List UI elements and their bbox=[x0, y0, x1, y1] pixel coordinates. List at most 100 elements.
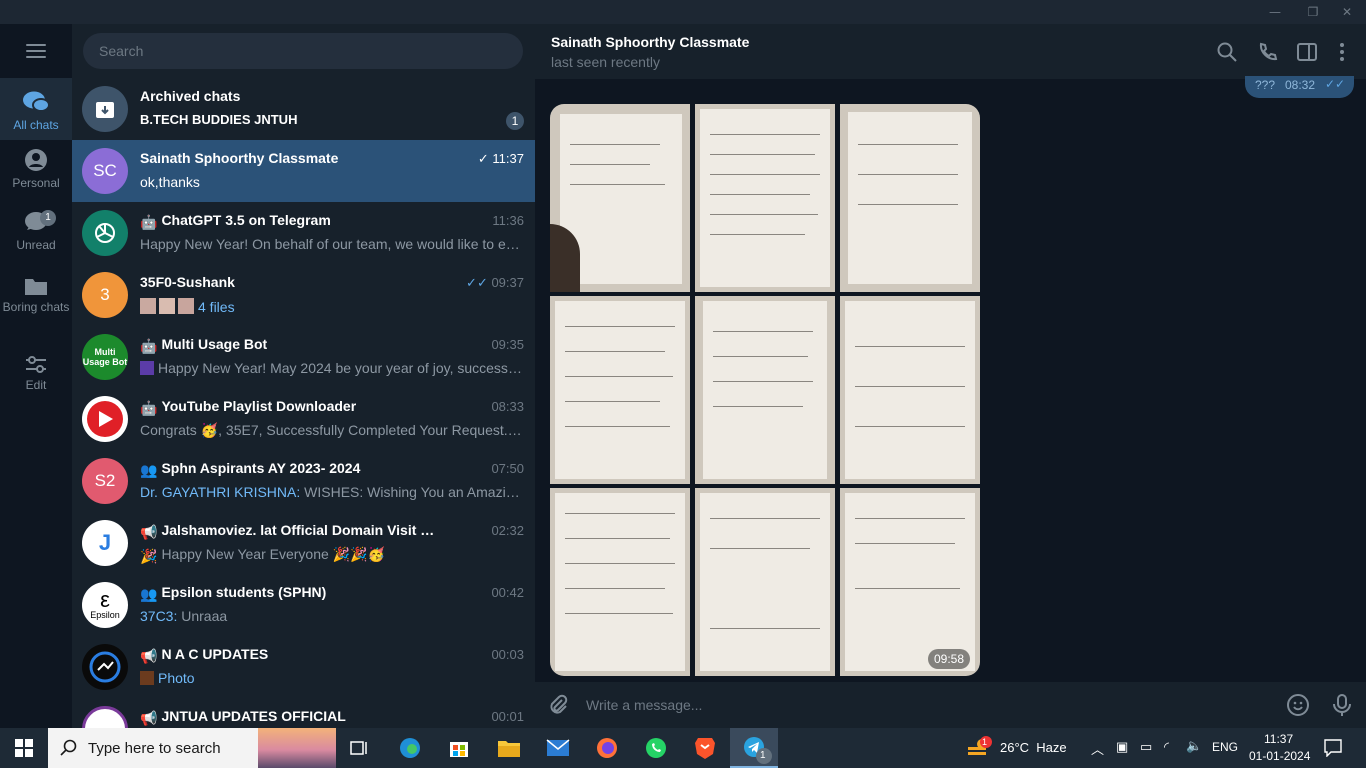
notifications-icon[interactable] bbox=[1324, 739, 1342, 757]
thumbnail bbox=[140, 361, 154, 375]
chat-row-youtube-downloader[interactable]: 🤖 YouTube Playlist Downloader 08:33 Congr… bbox=[72, 388, 535, 450]
avatar: SC bbox=[82, 148, 128, 194]
weather-badge: 1 bbox=[980, 736, 992, 748]
whatsapp-icon[interactable] bbox=[632, 728, 680, 768]
chat-row-archived[interactable]: Archived chats B.TECH BUDDIES JNTUH 1 bbox=[72, 78, 535, 140]
bot-icon: 🤖 bbox=[140, 400, 158, 416]
album-photo[interactable] bbox=[550, 488, 690, 676]
message-time: 08:32 bbox=[1285, 78, 1316, 92]
thumbnail bbox=[140, 671, 154, 685]
album-photo[interactable] bbox=[550, 104, 690, 292]
chat-name: 📢 N A C UPDATES bbox=[140, 646, 269, 664]
message-time: 09:58 bbox=[928, 649, 971, 669]
album-photo[interactable] bbox=[695, 104, 835, 292]
chat-time: ✓✓ 09:37 bbox=[466, 275, 524, 290]
store-icon[interactable] bbox=[435, 728, 483, 768]
file-explorer-icon[interactable] bbox=[485, 728, 533, 768]
folder-label: All chats bbox=[13, 118, 59, 132]
search-placeholder: Type here to search bbox=[88, 740, 221, 757]
chat-row-nac-updates[interactable]: 📢 N A C UPDATES 00:03 Photo bbox=[72, 636, 535, 698]
album-photo[interactable] bbox=[695, 488, 835, 676]
party-icon: 🎉 bbox=[140, 548, 158, 564]
photo-album[interactable] bbox=[550, 104, 980, 676]
chat-name: 🤖 ChatGPT 3.5 on Telegram bbox=[140, 212, 331, 230]
chat-time: 07:50 bbox=[491, 461, 524, 476]
chat-row-jalshamoviez[interactable]: J 📢 Jalshamoviez. lat Official Domain Vis… bbox=[72, 512, 535, 574]
chat-time: ✓ 11:37 bbox=[477, 151, 524, 166]
sidebar-toggle-icon[interactable] bbox=[1296, 41, 1318, 63]
chat-list-panel: Search Archived chats B.TECH BUDDIES JNT… bbox=[72, 24, 535, 728]
chat-name: 👥 Epsilon students (SPHN) bbox=[140, 584, 327, 602]
chat-row-chatgpt[interactable]: 🤖 ChatGPT 3.5 on Telegram 11:36 Happy New… bbox=[72, 202, 535, 264]
sliders-icon bbox=[26, 356, 46, 373]
album-photo[interactable] bbox=[550, 296, 690, 484]
camera-icon[interactable]: ▣ bbox=[1116, 739, 1128, 755]
taskbar-search-box[interactable]: Type here to search bbox=[48, 728, 336, 768]
chat-time: 00:42 bbox=[491, 585, 524, 600]
chat-row-epsilon[interactable]: ε Epsilon 👥 Epsilon students (SPHN) 00:42 … bbox=[72, 574, 535, 636]
chat-row-jntua-updates[interactable]: 📢 JNTUA UPDATES OFFICIAL 00:01 bbox=[72, 698, 535, 728]
chat-row-sphn-aspirants[interactable]: S2 👥 Sphn Aspirants AY 2023- 2024 07:50 D… bbox=[72, 450, 535, 512]
menu-icon[interactable] bbox=[26, 44, 46, 58]
mail-icon[interactable] bbox=[534, 728, 582, 768]
chat-message: Photo bbox=[140, 670, 525, 686]
album-photo[interactable] bbox=[840, 104, 980, 292]
chevron-up-icon[interactable]: ︿ bbox=[1091, 739, 1104, 758]
person-icon bbox=[25, 149, 47, 171]
minimize-button[interactable]: — bbox=[1256, 0, 1294, 24]
folder-personal[interactable]: Personal bbox=[0, 148, 72, 198]
restore-button[interactable]: ❐ bbox=[1294, 0, 1332, 24]
album-photo[interactable] bbox=[840, 488, 980, 676]
bot-icon: 🤖 bbox=[140, 214, 158, 230]
folder-boring-chats[interactable]: Boring chats bbox=[0, 276, 72, 336]
clock-date[interactable]: 01-01-2024 bbox=[1249, 749, 1310, 763]
megaphone-icon: 📢 bbox=[140, 524, 158, 540]
search-input[interactable]: Search bbox=[83, 33, 523, 69]
folder-edit[interactable]: Edit bbox=[0, 354, 72, 394]
group-icon: 👥 bbox=[140, 462, 158, 478]
close-button[interactable]: ✕ bbox=[1328, 0, 1366, 24]
battery-icon[interactable]: ▭ bbox=[1140, 739, 1152, 755]
attach-icon[interactable] bbox=[547, 694, 569, 716]
chat-message: Happy New Year! On behalf of our team, w… bbox=[140, 236, 525, 252]
folder-all-chats[interactable]: All chats bbox=[0, 78, 72, 140]
task-view-icon[interactable] bbox=[336, 728, 384, 768]
wifi-icon[interactable]: ◜ bbox=[1164, 739, 1169, 755]
avatar bbox=[82, 706, 128, 728]
chat-name: 🤖 YouTube Playlist Downloader bbox=[140, 398, 357, 416]
firefox-icon[interactable] bbox=[583, 728, 631, 768]
emoji-icon[interactable] bbox=[1286, 693, 1310, 717]
chat-name: Sainath Sphoorthy Classmate bbox=[140, 150, 339, 166]
brave-icon[interactable] bbox=[681, 728, 729, 768]
chat-row-sushank[interactable]: 3 35F0-Sushank ✓✓ 09:37 4 files bbox=[72, 264, 535, 326]
weather-text: 26°C Haze bbox=[1000, 740, 1067, 755]
more-options-icon[interactable] bbox=[1331, 41, 1353, 63]
album-photo[interactable] bbox=[695, 296, 835, 484]
folder-icon bbox=[25, 279, 47, 295]
conversation-pane: Sainath Sphoorthy Classmate last seen re… bbox=[535, 24, 1366, 728]
volume-icon[interactable]: 🔈 bbox=[1186, 738, 1202, 754]
window-titlebar: — ❐ ✕ bbox=[0, 0, 1366, 24]
album-photo[interactable] bbox=[840, 296, 980, 484]
peer-name[interactable]: Sainath Sphoorthy Classmate bbox=[551, 34, 749, 50]
language-indicator[interactable]: ENG bbox=[1212, 740, 1238, 754]
folder-unread[interactable]: 1 Unread bbox=[0, 210, 72, 260]
windows-start-icon[interactable] bbox=[15, 739, 33, 757]
chat-message: ok,thanks bbox=[140, 174, 200, 190]
chat-message: Dr. GAYATHRI KRISHNA: WISHES: Wishing Yo… bbox=[140, 484, 525, 500]
weather-widget[interactable]: 1 26°C Haze bbox=[968, 736, 1067, 764]
clock-time[interactable]: 11:37 bbox=[1264, 732, 1293, 746]
chat-row-multi-usage-bot[interactable]: Multi Usage Bot 🤖 Multi Usage Bot 09:35 H… bbox=[72, 326, 535, 388]
outgoing-message-bubble[interactable]: ??? 08:32 ✓✓ bbox=[1245, 76, 1354, 98]
chat-row-sainath[interactable]: SC Sainath Sphoorthy Classmate ✓ 11:37 o… bbox=[72, 140, 535, 202]
message-input[interactable]: Write a message... bbox=[586, 697, 702, 713]
folder-label: Personal bbox=[12, 176, 60, 190]
microphone-icon[interactable] bbox=[1331, 693, 1353, 717]
search-icon[interactable] bbox=[1216, 41, 1238, 63]
edge-icon[interactable] bbox=[386, 728, 434, 768]
phone-icon[interactable] bbox=[1256, 41, 1278, 63]
unread-badge: 1 bbox=[40, 210, 56, 226]
chat-message: 🎉 Happy New Year Everyone 🎉🎉🥳 bbox=[140, 546, 385, 564]
avatar: ε Epsilon bbox=[82, 582, 128, 628]
telegram-taskbar-icon[interactable]: 1 bbox=[730, 728, 778, 768]
